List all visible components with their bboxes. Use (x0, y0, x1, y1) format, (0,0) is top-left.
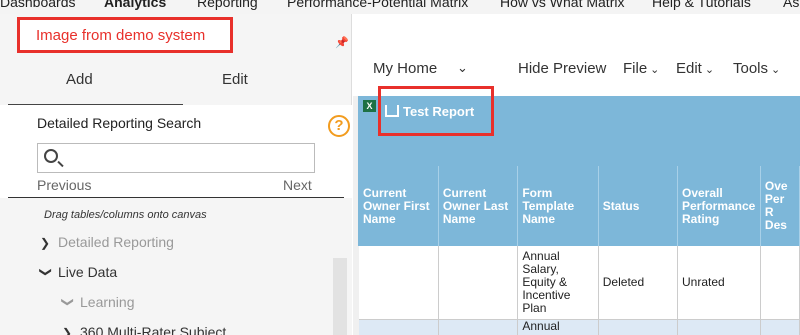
column-header[interactable]: Ove Per R Des (760, 166, 800, 246)
nav-help-tutorials[interactable]: Help & Tutorials (652, 0, 751, 10)
table-cell: Annual (517, 319, 599, 335)
tree-item-live-data[interactable]: ❯ Live Data (39, 264, 118, 280)
chevron-down-icon: ⌄ (650, 64, 660, 76)
excel-icon[interactable]: X (363, 100, 376, 112)
drag-hint: Drag tables/columns onto canvas (44, 209, 207, 221)
edit-menu[interactable]: Edit ⌄ (676, 60, 714, 77)
table-cell (359, 319, 439, 335)
file-menu-label: File (623, 60, 648, 77)
chevron-down-icon: ⌄ (704, 64, 715, 76)
nav-reporting[interactable]: Reporting (197, 0, 258, 10)
chevron-down-icon[interactable]: ❯ (61, 297, 75, 309)
table-cell: Annual Salary, Equity & Incentive Plan (517, 246, 599, 320)
edit-menu-label: Edit (676, 60, 702, 77)
test-report-highlight (378, 86, 494, 136)
table-header-row: Current Owner First Name Current Owner L… (359, 166, 800, 246)
tree-item-learning[interactable]: ❯ Learning (61, 294, 135, 310)
tools-menu[interactable]: Tools ⌄ (733, 60, 780, 77)
help-icon[interactable]: ? (328, 115, 350, 137)
left-panel: 📌 Add Edit ︽ Detailed Reporting Search ?… (0, 14, 352, 335)
demo-annotation: Image from demo system (17, 17, 233, 53)
tab-add[interactable]: Add (66, 71, 93, 88)
tree-item-detailed-reporting[interactable]: ❯ Detailed Reporting (40, 234, 174, 250)
nav-analytics[interactable]: Analytics (104, 0, 166, 10)
tree-item-label: 360 Multi-Rater Subject (80, 324, 227, 335)
table-row: Annual Salary, Equity & Incentive Plan D… (359, 246, 800, 320)
file-menu[interactable]: File ⌄ (623, 60, 659, 77)
data-tree: Drag tables/columns onto canvas ❯ Detaile… (0, 198, 352, 335)
next-link[interactable]: Next (283, 177, 312, 193)
table-cell (760, 319, 800, 335)
chevron-down-icon[interactable]: ⌄ (457, 60, 468, 76)
nav-how-vs-what-matrix[interactable]: How vs What Matrix (500, 0, 624, 10)
table-row: Annual (359, 319, 800, 335)
tree-item-label: Learning (80, 294, 135, 310)
table-cell (359, 246, 439, 320)
my-home-menu[interactable]: My Home (373, 60, 437, 77)
tools-menu-label: Tools (733, 60, 769, 77)
column-header[interactable]: Form Template Name (517, 166, 599, 246)
chevron-right-icon[interactable]: ❯ (40, 236, 58, 250)
panel-tabs: Add Edit ︽ (0, 61, 352, 139)
vertical-scrollbar[interactable] (333, 258, 347, 335)
column-header[interactable]: Current Owner Last Name (438, 166, 519, 246)
nav-overflow[interactable]: As (783, 0, 799, 10)
tab-edit[interactable]: Edit (222, 71, 248, 88)
search-input[interactable] (37, 143, 315, 173)
tree-item-label: Detailed Reporting (58, 234, 174, 250)
annotation-text: Image from demo system (36, 27, 206, 44)
table-cell (438, 246, 519, 320)
column-header[interactable]: Status (598, 166, 678, 246)
pin-icon[interactable]: 📌 (335, 36, 349, 49)
table-cell (760, 246, 800, 320)
search-icon (44, 149, 58, 163)
search-section: Detailed Reporting Search ? Previous Nex… (0, 105, 352, 335)
column-header[interactable]: Current Owner First Name (359, 166, 439, 246)
table-cell: Unrated (677, 246, 761, 320)
tree-item-360-multi-rater-subject[interactable]: ❯ 360 Multi-Rater Subject (62, 324, 226, 335)
previous-link[interactable]: Previous (37, 177, 91, 193)
column-header[interactable]: Overall Performance Rating (677, 166, 761, 246)
tree-item-label: Live Data (58, 264, 118, 280)
table-cell (677, 319, 761, 335)
hide-preview-button[interactable]: Hide Preview (518, 60, 606, 77)
report-table: Current Owner First Name Current Owner L… (359, 166, 800, 335)
table-cell (438, 319, 519, 335)
top-navigation: Dashboards Analytics Reporting Performan… (0, 0, 800, 14)
nav-performance-potential-matrix[interactable]: Performance-Potential Matrix (287, 0, 468, 10)
search-title: Detailed Reporting Search (37, 115, 202, 131)
chevron-right-icon[interactable]: ❯ (62, 326, 80, 335)
chevron-down-icon[interactable]: ❯ (39, 267, 53, 279)
table-cell (598, 319, 678, 335)
chevron-down-icon: ⌄ (771, 64, 781, 76)
table-cell: Deleted (598, 246, 678, 320)
nav-dashboards[interactable]: Dashboards (0, 0, 76, 10)
